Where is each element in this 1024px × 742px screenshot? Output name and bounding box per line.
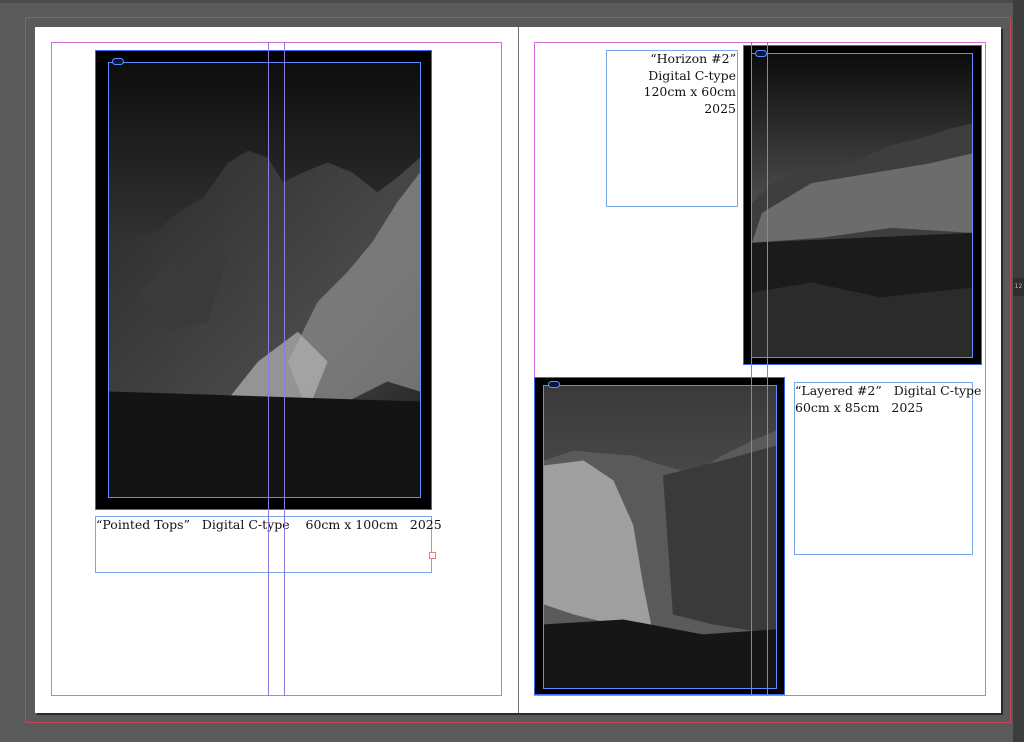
top-ruler-edge — [0, 0, 1013, 3]
horizon-caption-year: 2025 — [704, 100, 736, 116]
link-icon[interactable] — [548, 381, 560, 388]
pointed-tops-caption: “Pointed Tops” Digital C-type 60cm x 100… — [96, 517, 442, 532]
spread-spine — [518, 27, 519, 713]
pointed-tops-caption-frame[interactable]: “Pointed Tops” Digital C-type 60cm x 100… — [95, 516, 442, 573]
layered-caption-frame[interactable]: “Layered #2” Digital C-type 60cm x 85cm … — [794, 382, 982, 555]
horizon-image — [752, 54, 972, 357]
horizon-caption-title: “Horizon #2” — [650, 51, 736, 66]
link-icon[interactable] — [112, 58, 124, 65]
rock-photo-pointed-tops[interactable] — [108, 62, 421, 498]
pointed-tops-image — [109, 63, 420, 497]
layered-image — [544, 386, 776, 688]
layered-caption-line2: 60cm x 85cm 2025 — [795, 399, 924, 415]
link-icon[interactable] — [755, 50, 767, 57]
layered-caption-line1: “Layered #2” Digital C-type — [795, 383, 982, 398]
left-image-frame[interactable] — [95, 50, 432, 510]
page-number-tab[interactable]: 12 — [1013, 278, 1024, 296]
text-frame-out-port[interactable] — [429, 552, 436, 559]
horizon-caption-size: 120cm x 60cm — [643, 84, 736, 99]
layered-image-frame[interactable] — [534, 377, 785, 695]
horizon-image-frame[interactable] — [743, 45, 982, 365]
horizon-caption-frame[interactable]: “Horizon #2” Digital C-type 120cm x 60cm… — [606, 50, 738, 207]
vertical-scrollbar[interactable] — [1013, 0, 1024, 742]
layered-photo[interactable] — [543, 385, 777, 689]
horizon-photo[interactable] — [751, 53, 973, 358]
horizon-caption-medium: Digital C-type — [648, 67, 736, 83]
